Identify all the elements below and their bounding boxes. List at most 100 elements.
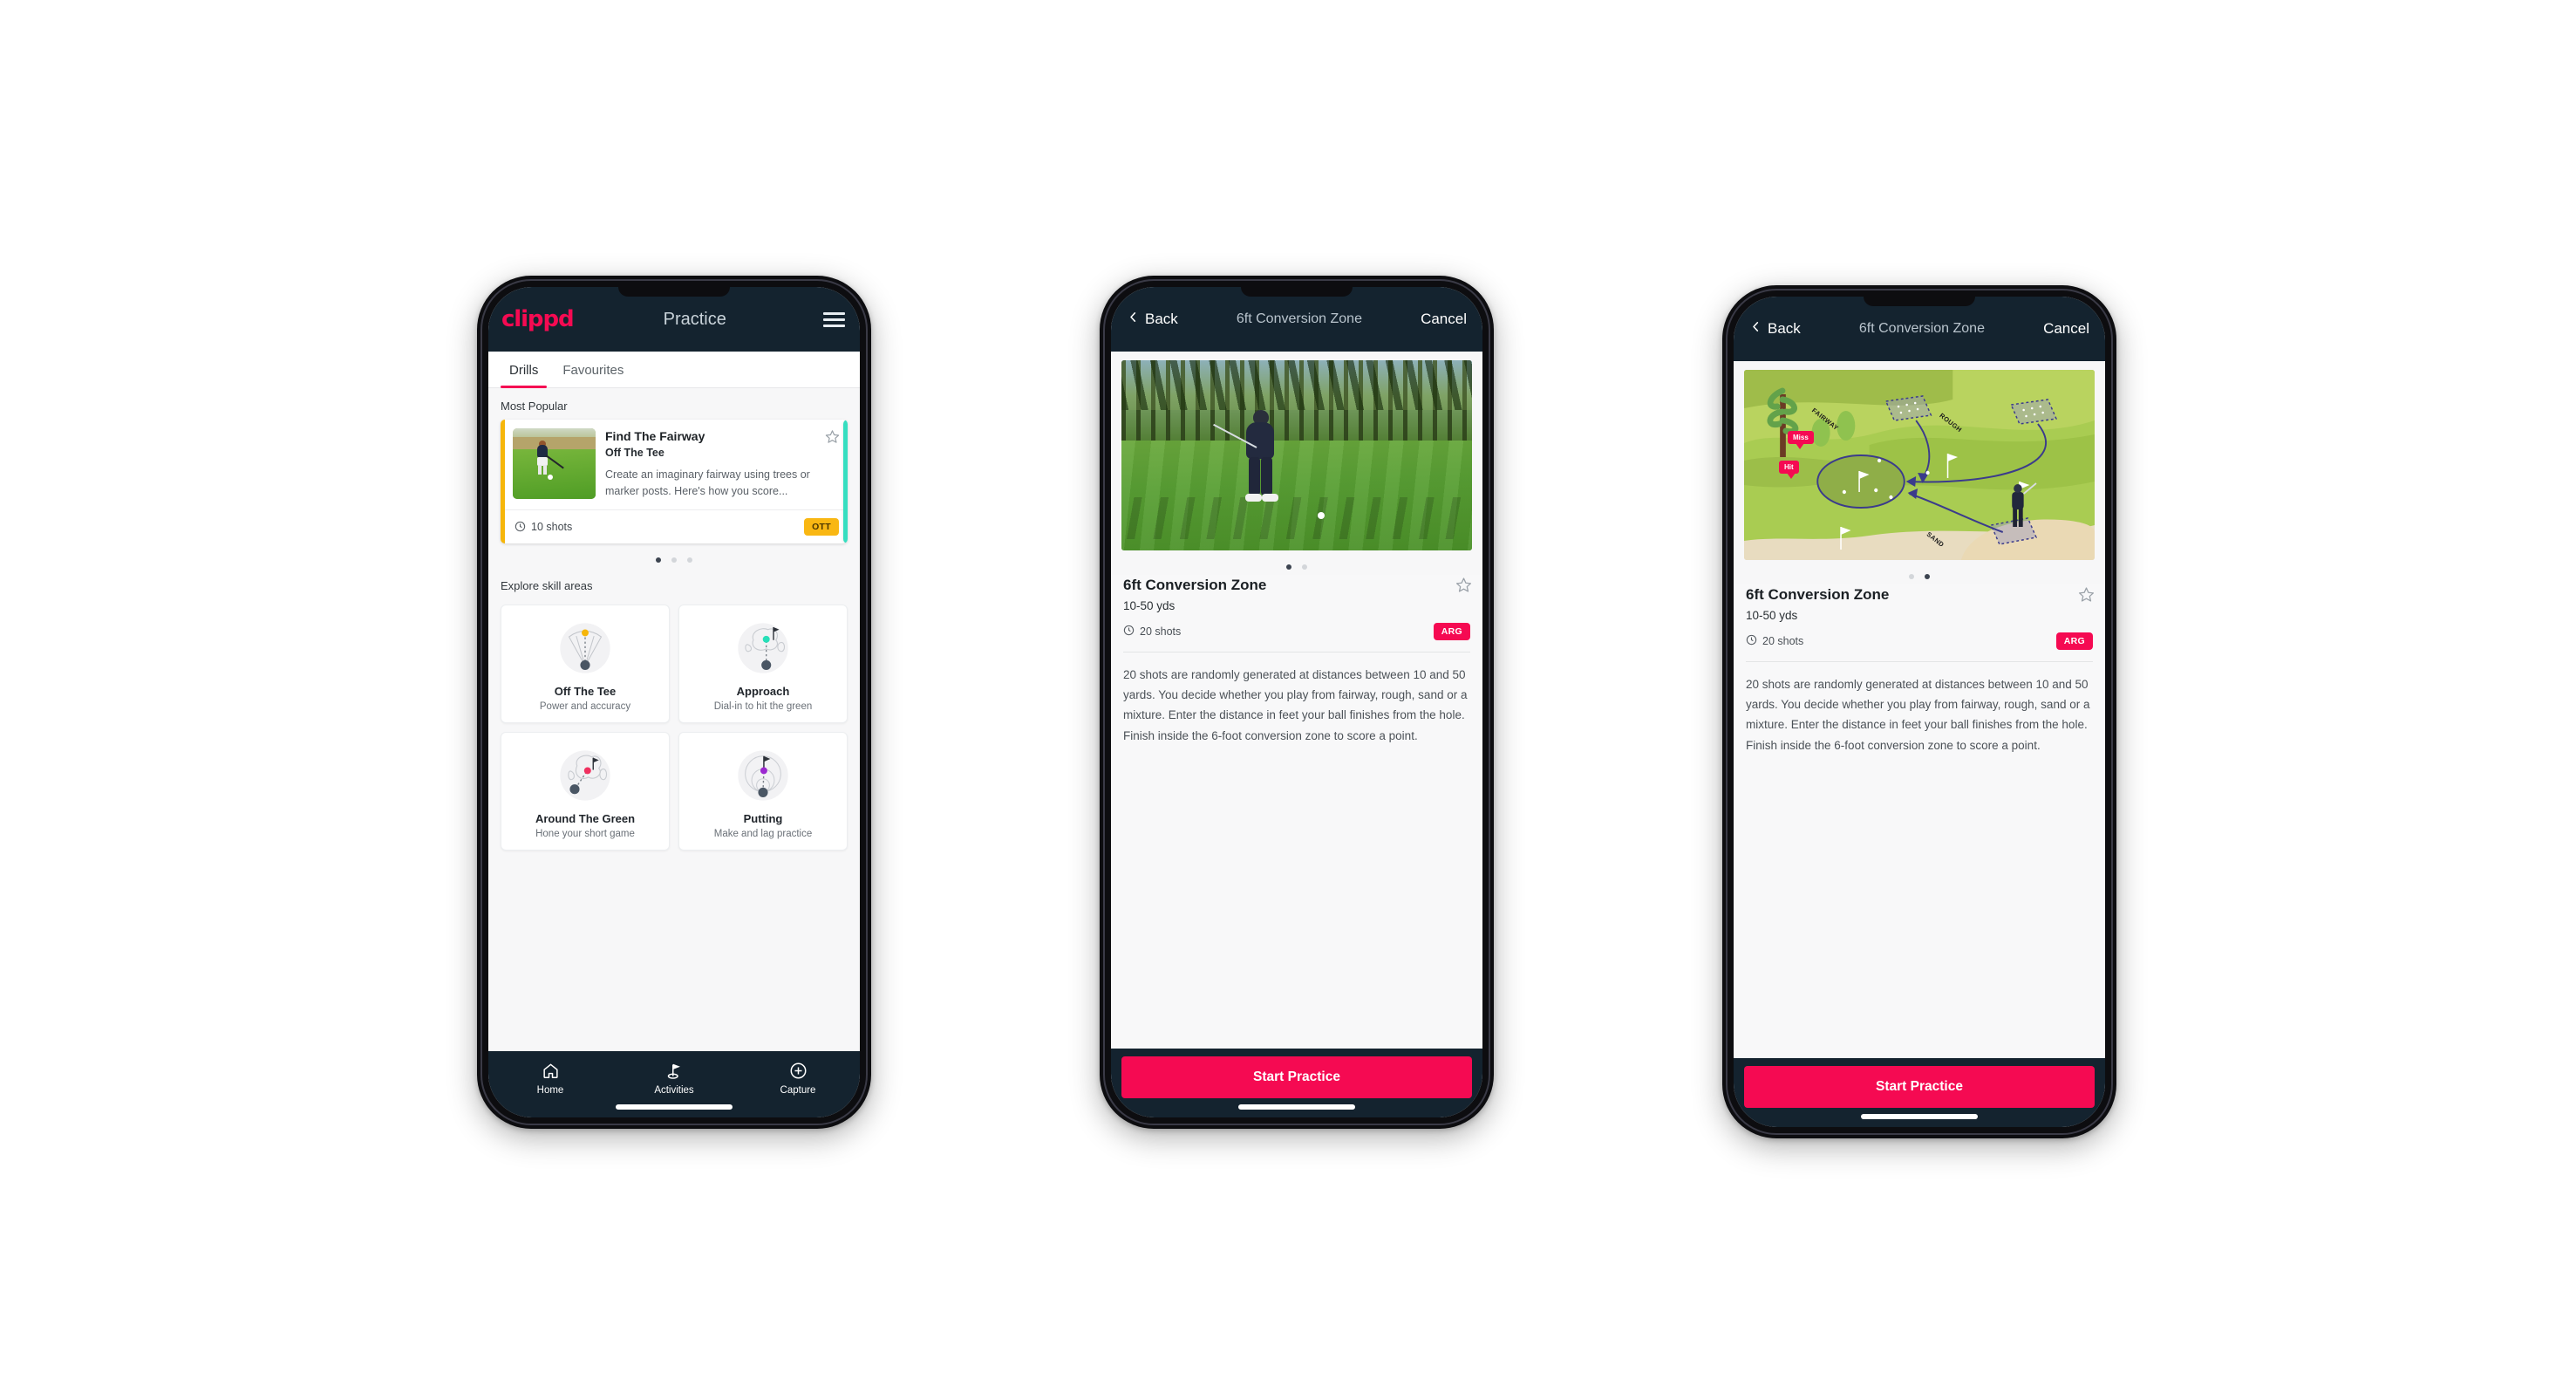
carousel-dot-3[interactable] bbox=[687, 557, 692, 563]
detail-title: 6ft Conversion Zone bbox=[1123, 577, 1267, 593]
tee-fan-icon bbox=[507, 615, 664, 681]
phone-2-drill-detail-photo: Back 6ft Conversion Zone Cancel 6ft Conv… bbox=[1100, 276, 1494, 1129]
drill-hero-illustration[interactable]: FAIRWAY ROUGH SAND Miss Hit bbox=[1744, 370, 2095, 560]
star-outline-icon[interactable] bbox=[2078, 586, 2095, 602]
media-dot-1[interactable] bbox=[1286, 564, 1291, 570]
skill-desc: Power and accuracy bbox=[539, 700, 631, 712]
detail-header: 6ft Conversion Zone 10-50 yds 20 shots A… bbox=[1111, 575, 1482, 653]
star-outline-icon[interactable] bbox=[1455, 577, 1472, 592]
detail-nav-bar: Back 6ft Conversion Zone Cancel bbox=[1111, 287, 1482, 352]
skill-name: Off The Tee bbox=[554, 684, 617, 698]
next-card-peek[interactable] bbox=[843, 420, 848, 543]
drill-subtitle: Off The Tee bbox=[605, 447, 664, 459]
detail-nav-title: 6ft Conversion Zone bbox=[1858, 321, 1985, 336]
golfer-figure bbox=[1212, 409, 1283, 508]
nav-label: Capture bbox=[780, 1085, 816, 1096]
detail-meta: 20 shots ARG bbox=[1123, 623, 1470, 640]
cancel-button[interactable]: Cancel bbox=[1421, 311, 1467, 328]
practice-content: Most Popular Find The Fairway Off The Te… bbox=[488, 388, 860, 1051]
detail-nav-title: 6ft Conversion Zone bbox=[1236, 311, 1362, 326]
golf-flag-icon bbox=[612, 1060, 736, 1082]
home-indicator bbox=[616, 1104, 733, 1110]
media-dot-2[interactable] bbox=[1302, 564, 1307, 570]
screenshot-canvas: clippd Practice Drills Favourites Most P… bbox=[0, 0, 2576, 1387]
skill-card-around-the-green[interactable]: Around The Green Hone your short game bbox=[501, 731, 670, 851]
plus-circle-icon bbox=[736, 1060, 860, 1082]
approach-green-icon bbox=[685, 615, 842, 681]
nav-item-activities[interactable]: Activities bbox=[612, 1060, 736, 1096]
marker-miss: Miss bbox=[1788, 431, 1814, 449]
nav-item-home[interactable]: Home bbox=[488, 1060, 612, 1096]
cancel-button[interactable]: Cancel bbox=[2043, 320, 2089, 338]
skill-desc: Make and lag practice bbox=[713, 828, 813, 839]
marker-hit: Hit bbox=[1779, 461, 1799, 479]
phone-2-screen: Back 6ft Conversion Zone Cancel 6ft Conv… bbox=[1111, 287, 1482, 1117]
detail-body: 6ft Conversion Zone 10-50 yds 20 shots A… bbox=[1111, 352, 1482, 1049]
tab-bar: Drills Favourites bbox=[488, 352, 860, 388]
carousel-dots bbox=[488, 543, 860, 568]
skill-card-off-the-tee[interactable]: Off The Tee Power and accuracy bbox=[501, 604, 670, 723]
drill-card-find-the-fairway[interactable]: Find The Fairway Off The Tee Create an i… bbox=[501, 420, 848, 543]
detail-shots: 20 shots bbox=[1123, 625, 1434, 639]
media-dots bbox=[1734, 560, 2105, 584]
back-label: Back bbox=[1768, 320, 1801, 337]
device-notch bbox=[1241, 287, 1353, 297]
skill-desc: Hone your short game bbox=[535, 828, 635, 839]
explore-skill-areas-heading: Explore skill areas bbox=[501, 578, 593, 592]
hero-media-wrap bbox=[1111, 352, 1482, 550]
chevron-left-icon bbox=[1127, 311, 1140, 328]
chevron-left-icon bbox=[1749, 320, 1762, 338]
skill-name: Putting bbox=[743, 811, 783, 825]
media-dot-2[interactable] bbox=[1925, 574, 1930, 579]
device-notch bbox=[618, 287, 730, 297]
detail-meta: 20 shots ARG bbox=[1746, 632, 2093, 650]
media-dot-1[interactable] bbox=[1909, 574, 1914, 579]
tab-favourites[interactable]: Favourites bbox=[550, 352, 636, 387]
putting-rings-icon bbox=[685, 742, 842, 809]
skill-card-putting[interactable]: Putting Make and lag practice bbox=[678, 731, 848, 851]
start-practice-button[interactable]: Start Practice bbox=[1121, 1056, 1472, 1098]
detail-title: 6ft Conversion Zone bbox=[1746, 586, 1890, 603]
back-label: Back bbox=[1145, 311, 1178, 327]
carousel-dot-1[interactable] bbox=[656, 557, 661, 563]
nav-label: Activities bbox=[654, 1085, 694, 1096]
skill-areas-grid: Off The Tee Power and accuracy Approach … bbox=[488, 599, 860, 863]
drill-shots: 10 shots bbox=[515, 521, 804, 533]
drill-hero-photo[interactable] bbox=[1121, 360, 1472, 550]
star-outline-icon[interactable] bbox=[825, 429, 840, 444]
clock-icon bbox=[1123, 625, 1135, 639]
detail-category-badge: ARG bbox=[1433, 623, 1470, 640]
clippd-logo: clippd bbox=[501, 306, 575, 332]
skill-card-approach[interactable]: Approach Dial-in to hit the green bbox=[678, 604, 848, 723]
around-green-icon bbox=[507, 742, 664, 809]
hero-media-wrap: FAIRWAY ROUGH SAND Miss Hit bbox=[1734, 361, 2105, 560]
detail-description: 20 shots are randomly generated at dista… bbox=[1746, 678, 2090, 752]
carousel-dot-2[interactable] bbox=[671, 557, 677, 563]
detail-yardage: 10-50 yds bbox=[1123, 599, 1176, 612]
drill-description: Create an imaginary fairway using trees … bbox=[605, 468, 810, 498]
tab-drills[interactable]: Drills bbox=[497, 352, 550, 388]
phone-3-drill-detail-illustration: Back 6ft Conversion Zone Cancel FAIRWAY … bbox=[1722, 285, 2116, 1138]
skill-name: Approach bbox=[736, 684, 790, 698]
device-notch bbox=[1864, 297, 1975, 306]
detail-nav-bar: Back 6ft Conversion Zone Cancel bbox=[1734, 297, 2105, 361]
detail-shots: 20 shots bbox=[1746, 634, 2056, 648]
app-top-bar: clippd Practice bbox=[488, 287, 860, 352]
detail-scroll: 6ft Conversion Zone 10-50 yds 20 shots A… bbox=[1111, 575, 1482, 1049]
nav-item-capture[interactable]: Capture bbox=[736, 1060, 860, 1096]
drill-category-badge: OTT bbox=[804, 517, 839, 536]
drill-shots-label: 10 shots bbox=[531, 520, 573, 533]
skill-name: Around The Green bbox=[535, 811, 636, 825]
detail-body: FAIRWAY ROUGH SAND Miss Hit 6ft Conversi… bbox=[1734, 361, 2105, 1058]
phone-1-screen: clippd Practice Drills Favourites Most P… bbox=[488, 287, 860, 1117]
home-indicator bbox=[1238, 1104, 1355, 1110]
drill-card-footer: 10 shots OTT bbox=[505, 509, 848, 543]
media-dots bbox=[1111, 550, 1482, 575]
back-button[interactable]: Back bbox=[1749, 320, 1801, 338]
home-icon bbox=[488, 1060, 612, 1082]
clock-icon bbox=[1746, 634, 1757, 648]
back-button[interactable]: Back bbox=[1127, 311, 1178, 328]
drill-thumbnail bbox=[513, 428, 596, 499]
hamburger-icon[interactable] bbox=[823, 311, 845, 327]
start-practice-button[interactable]: Start Practice bbox=[1744, 1066, 2095, 1108]
